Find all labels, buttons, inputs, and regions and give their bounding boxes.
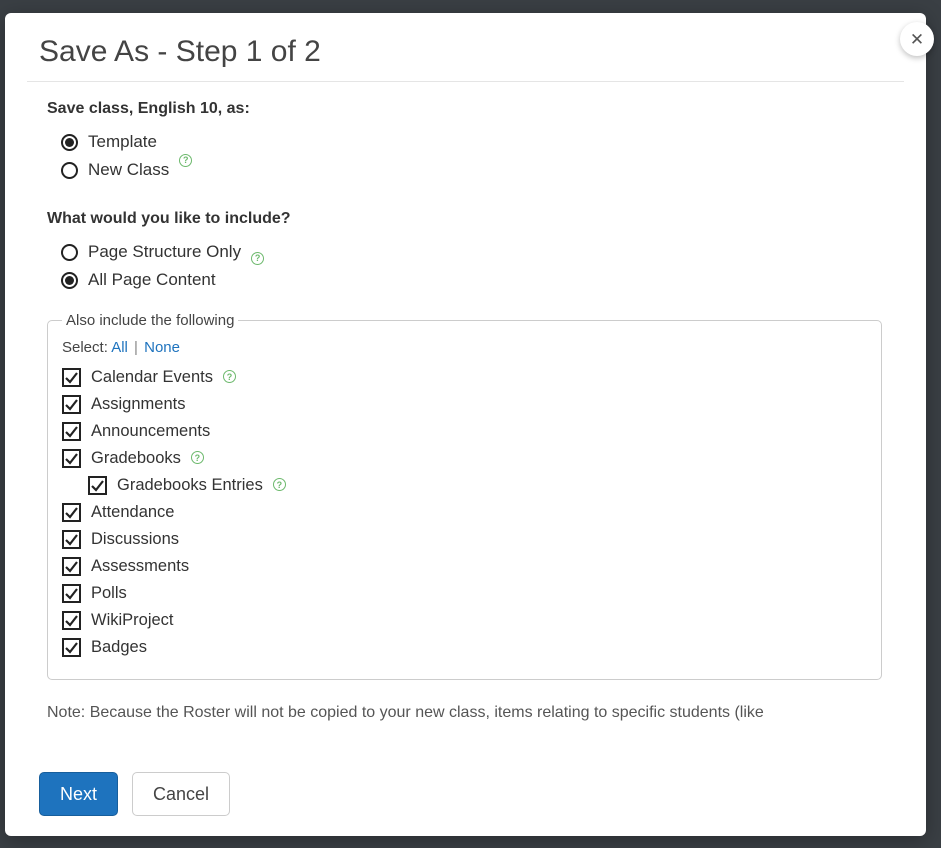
checkbox-polls-label: Polls [91, 584, 127, 603]
checkbox-gradebooks[interactable] [62, 449, 81, 468]
radio-structure-only-label: Page Structure Only [88, 242, 241, 262]
cancel-button[interactable]: Cancel [132, 772, 230, 816]
checkbox-wikiproject[interactable] [62, 611, 81, 630]
checkbox-assessments[interactable] [62, 557, 81, 576]
help-icon[interactable]: ? [191, 451, 204, 464]
radio-all-content-label: All Page Content [88, 270, 216, 290]
select-all-none-line: Select: All | None [62, 335, 867, 364]
checkbox-gradebooks-label: Gradebooks [91, 449, 181, 468]
include-prompt: What would you like to include? [47, 210, 882, 228]
radio-all-content[interactable] [61, 272, 78, 289]
checkbox-calendar-events[interactable] [62, 368, 81, 387]
modal-body-scroll[interactable]: Save class, English 10, as: Template New… [5, 82, 922, 756]
checkbox-calendar-events-label: Calendar Events [91, 368, 213, 387]
help-icon[interactable]: ? [223, 370, 236, 383]
select-label: Select: [62, 339, 108, 356]
close-button[interactable]: ✕ [900, 22, 934, 56]
checkbox-polls[interactable] [62, 584, 81, 603]
select-all-link[interactable]: All [111, 339, 128, 356]
checkbox-gradebooks-entries[interactable] [88, 476, 107, 495]
checkbox-announcements-label: Announcements [91, 422, 210, 441]
radio-new-class-label: New Class [88, 160, 169, 180]
checkbox-discussions[interactable] [62, 530, 81, 549]
checkbox-gradebooks-entries-label: Gradebooks Entries [117, 476, 263, 495]
checkbox-assessments-label: Assessments [91, 557, 189, 576]
next-button[interactable]: Next [39, 772, 118, 816]
radio-new-class[interactable] [61, 162, 78, 179]
include-radio-group: Page Structure Only ? All Page Content [47, 238, 882, 294]
save-as-modal: ✕ Save As - Step 1 of 2 Save class, Engl… [5, 13, 926, 836]
roster-note: Note: Because the Roster will not be cop… [47, 702, 882, 724]
close-icon: ✕ [910, 31, 924, 48]
radio-template[interactable] [61, 134, 78, 151]
also-include-fieldset: Also include the following Select: All |… [47, 312, 882, 680]
modal-title: Save As - Step 1 of 2 [5, 13, 926, 81]
help-icon[interactable]: ? [251, 252, 264, 265]
checkbox-discussions-label: Discussions [91, 530, 179, 549]
save-as-radio-group: Template New Class ? [47, 128, 882, 184]
modal-footer: Next Cancel [5, 756, 926, 836]
save-as-prompt: Save class, English 10, as: [47, 100, 882, 118]
also-include-legend: Also include the following [62, 312, 238, 329]
help-icon[interactable]: ? [273, 478, 286, 491]
checkbox-badges[interactable] [62, 638, 81, 657]
radio-template-label: Template [88, 132, 157, 152]
radio-structure-only[interactable] [61, 244, 78, 261]
checkbox-attendance[interactable] [62, 503, 81, 522]
checkbox-badges-label: Badges [91, 638, 147, 657]
select-separator: | [134, 339, 138, 356]
checkbox-attendance-label: Attendance [91, 503, 174, 522]
checkbox-wikiproject-label: WikiProject [91, 611, 174, 630]
checkbox-assignments-label: Assignments [91, 395, 185, 414]
checkbox-announcements[interactable] [62, 422, 81, 441]
help-icon[interactable]: ? [179, 154, 192, 167]
select-none-link[interactable]: None [144, 339, 180, 356]
checkbox-assignments[interactable] [62, 395, 81, 414]
